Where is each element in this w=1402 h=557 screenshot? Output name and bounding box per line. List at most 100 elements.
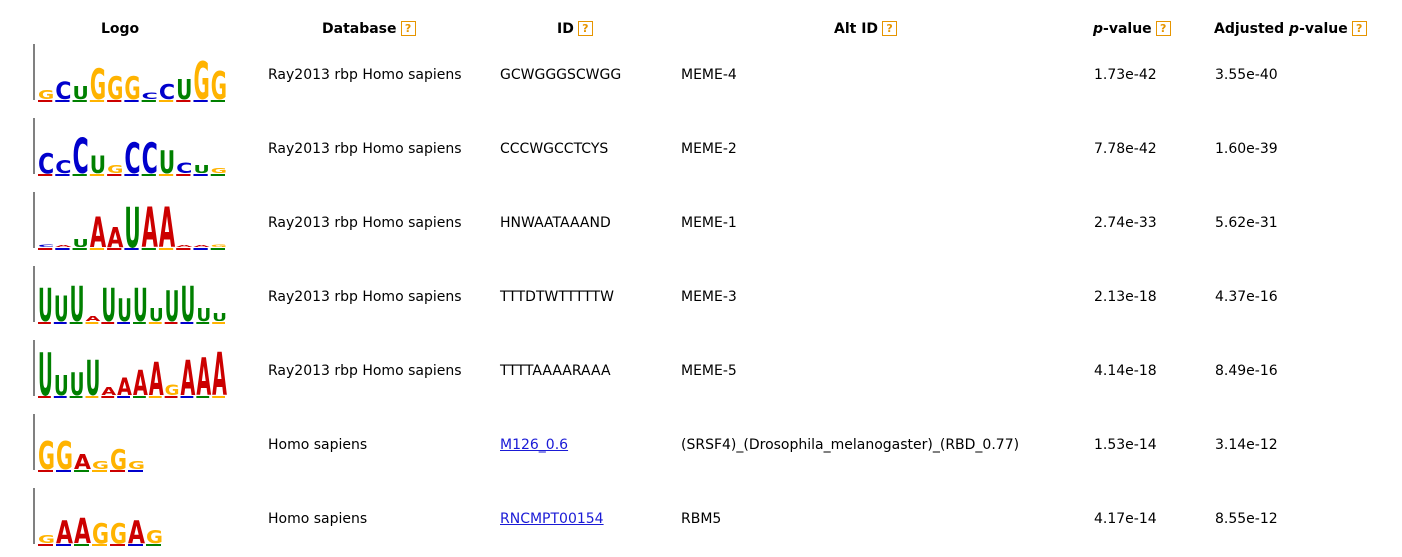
- logo-letter: C: [73, 129, 89, 185]
- logo-letter: U: [38, 281, 53, 333]
- logo-header-label: Logo: [101, 21, 140, 37]
- logo-minor-residue: [193, 248, 208, 250]
- logo-letter: G: [107, 163, 123, 175]
- database-cell: Homo sapiens: [268, 437, 368, 453]
- pvalue-cell: 4.14e-18: [1094, 363, 1157, 379]
- logo-letter: A: [176, 245, 192, 248]
- logo-letter: A: [101, 385, 117, 397]
- logo-minor-residue: [107, 248, 122, 250]
- logo-letter: G: [193, 51, 209, 111]
- logo-letter: G: [38, 435, 55, 479]
- logo-minor-residue: [38, 396, 51, 398]
- logo-letter: A: [149, 355, 164, 407]
- database-header-label: Database: [322, 21, 397, 37]
- id-header-label: ID: [557, 21, 574, 37]
- help-icon[interactable]: ?: [1155, 21, 1171, 36]
- pvalue-header-p: p: [1093, 21, 1104, 37]
- logo-minor-residue: [196, 322, 210, 324]
- logo-minor-residue: [124, 248, 139, 250]
- motif-logo: CCCUGCCUCUG: [33, 118, 227, 185]
- table-row: G C U G G G C C U G G Ray2013 rbp Homo sapiens GCWGG…: [0, 38, 1402, 111]
- logo-letter: A: [193, 245, 209, 248]
- alt-id-header-label: Alt ID: [834, 21, 879, 37]
- database-cell: Homo sapiens: [268, 511, 368, 527]
- logo-letter: G: [211, 244, 227, 248]
- logo-letter: G: [211, 65, 227, 109]
- logo-letter: U: [73, 237, 89, 249]
- logo-minor-residue: [72, 174, 87, 176]
- logo-letter: G: [38, 533, 55, 545]
- logo-minor-residue: [176, 248, 191, 250]
- logo-minor-residue: [55, 174, 70, 176]
- alt-id-cell: MEME-1: [681, 215, 737, 231]
- logo-letter: A: [86, 315, 101, 323]
- logo-minor-residue: [53, 322, 67, 324]
- logo-minor-residue: [69, 396, 83, 398]
- table-row: G A A G G A G Homo sapiens RNCMPT00154 RBM5 4.17e-…: [0, 482, 1402, 555]
- logo-minor-residue: [92, 544, 107, 546]
- logo-minor-residue: [56, 470, 71, 472]
- logo-minor-residue: [56, 544, 71, 546]
- logo-minor-residue: [89, 174, 105, 176]
- logo-minor-residue: [210, 174, 225, 176]
- help-icon[interactable]: ?: [577, 21, 593, 36]
- logo-minor-residue: [193, 100, 208, 102]
- logo-letter: A: [181, 351, 196, 407]
- logo-minor-residue: [38, 322, 51, 324]
- logo-letter: U: [133, 281, 148, 333]
- logo-letter: U: [181, 277, 196, 333]
- motif-id-link[interactable]: M126_0.6: [500, 437, 568, 453]
- pvalue-cell: 1.53e-14: [1094, 437, 1157, 453]
- id-cell: CCCWGCCTCYS: [500, 141, 609, 157]
- alt-id-cell: RBM5: [681, 511, 722, 527]
- motif-logo: GAAGGAG: [33, 488, 163, 552]
- alt-id-cell: MEME-2: [681, 141, 737, 157]
- database-cell: Ray2013 rbp Homo sapiens: [268, 289, 462, 305]
- logo-minor-residue: [110, 544, 125, 546]
- logo-letter: C: [38, 244, 54, 248]
- pvalue-cell: 2.74e-33: [1094, 215, 1157, 231]
- pvalue-cell: 4.17e-14: [1094, 511, 1157, 527]
- logo-minor-residue: [85, 396, 99, 398]
- logo-minor-residue: [141, 248, 156, 250]
- column-header-pvalue: p-value?: [1093, 19, 1171, 39]
- help-icon[interactable]: ?: [400, 21, 416, 36]
- logo-letter: A: [196, 347, 211, 407]
- database-cell: Ray2013 rbp Homo sapiens: [268, 215, 462, 231]
- help-icon[interactable]: ?: [882, 21, 898, 36]
- logo-minor-residue: [101, 322, 115, 324]
- logo-minor-residue: [158, 100, 174, 102]
- logo-letter: U: [86, 351, 101, 407]
- logo-letter: U: [193, 163, 209, 175]
- logo-minor-residue: [117, 322, 130, 324]
- adjusted-pvalue-cell: 4.37e-16: [1215, 289, 1278, 305]
- id-cell: HNWAATAAAND: [500, 215, 611, 231]
- database-cell: Ray2013 rbp Homo sapiens: [268, 141, 462, 157]
- logo-minor-residue: [55, 100, 70, 102]
- logo-minor-residue: [55, 248, 70, 250]
- motif-logo: CAUAAUAAAAG: [33, 192, 227, 259]
- pvalue-header-label: -value: [1103, 21, 1152, 37]
- logo-minor-residue: [38, 248, 53, 250]
- logo-minor-residue: [107, 174, 122, 176]
- database-cell: Ray2013 rbp Homo sapiens: [268, 67, 462, 83]
- help-icon[interactable]: ?: [1351, 21, 1367, 36]
- motif-id-link[interactable]: RNCMPT00154: [500, 511, 604, 527]
- id-cell: GCWGGGSCWGG: [500, 67, 622, 83]
- motif-logo: GCUGGGCCUGG: [33, 44, 227, 111]
- logo-letter: A: [55, 245, 71, 248]
- logo-minor-residue: [128, 544, 143, 546]
- column-header-adjusted-pvalue: Adjusted p-value?: [1214, 19, 1367, 39]
- column-header-database: Database?: [322, 19, 416, 39]
- logo-minor-residue: [124, 100, 139, 102]
- logo-minor-residue: [69, 322, 83, 324]
- table-row: C A U A A U A A A A G Ray2013 rbp Homo sapiens HNWAA…: [0, 186, 1402, 259]
- motif-logo: UUUAUUUUUUUU: [33, 266, 227, 333]
- logo-minor-residue: [193, 174, 208, 176]
- logo-minor-residue: [158, 174, 174, 176]
- column-header-id: ID?: [557, 19, 593, 39]
- table-row: U U U U A A A A G A A A Ray2013 rbp Homo sapiens TTTT…: [0, 334, 1402, 407]
- logo-minor-residue: [164, 322, 178, 324]
- logo-minor-residue: [148, 396, 162, 398]
- motif-logo: UUUUAAAAGAAA: [33, 340, 227, 407]
